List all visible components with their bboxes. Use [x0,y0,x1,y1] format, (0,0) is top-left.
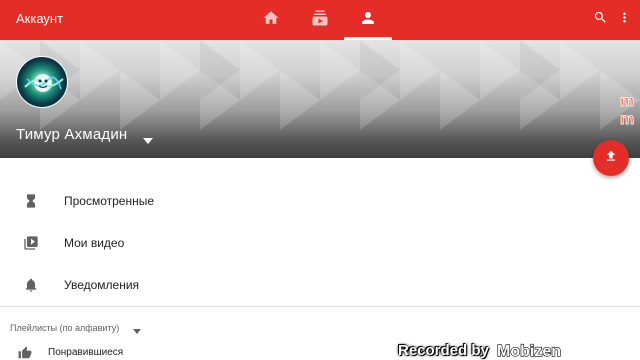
home-icon [262,9,280,32]
menu-item-my-videos[interactable]: Мои видео [0,222,640,264]
upload-button[interactable] [593,140,629,176]
avatar[interactable] [16,56,68,108]
recorder-watermark-text: Recorded by [398,341,489,359]
channel-banner: Тимур Ахмадин m m [0,40,640,158]
account-menu: Просмотренные Мои видео Уведомления [0,180,640,306]
more-vert-icon [617,10,632,30]
menu-item-history[interactable]: Просмотренные [0,180,640,222]
hourglass-icon [23,193,39,209]
chevron-down-icon[interactable] [143,131,153,144]
menu-item-notifications[interactable]: Уведомления [0,264,640,306]
thumb-up-icon [18,346,32,360]
playlists-header-label: Плейлисты (по алфавиту) [10,323,120,333]
recorder-logo-edge: m m [620,93,635,129]
youtube-account-screen: Аккаунт Тимур Ахмадин m m Просмотренные … [0,0,640,360]
tab-subscriptions[interactable] [296,0,344,40]
channel-name[interactable]: Тимур Ахмадин [16,126,127,143]
svg-text:m: m [620,111,634,128]
recorder-watermark: Recorded by Mobizen [386,340,640,360]
more-options-button[interactable] [612,6,636,34]
app-bar-title: Аккаунт [16,11,64,26]
tab-home[interactable] [247,0,295,40]
tab-account[interactable] [344,0,392,40]
my-videos-icon [23,235,39,251]
avatar-image [24,74,64,92]
mobizen-logo: Mobizen [496,342,561,359]
playlists-sort-header[interactable]: Плейлисты (по алфавиту) [10,318,141,334]
search-icon [593,10,608,30]
menu-item-label: Уведомления [64,278,140,292]
menu-item-label: Мои видео [64,236,125,250]
upload-icon [604,149,618,168]
divider [0,306,640,307]
menu-item-label: Просмотренные [64,194,155,208]
playlist-item-label: Понравившиеся [48,347,124,358]
search-button[interactable] [588,6,612,34]
account-icon [359,9,377,32]
chevron-down-icon [133,321,141,334]
subscriptions-icon [311,9,329,32]
mobizen-logo-text: Mobizen [497,343,561,359]
svg-text:m: m [620,93,634,110]
app-bar: Аккаунт [0,0,640,40]
bell-icon [23,277,39,293]
